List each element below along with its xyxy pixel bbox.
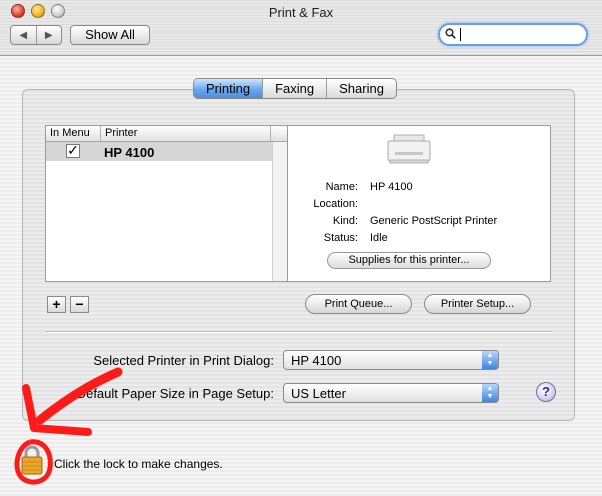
forward-arrow-icon: ▶ [44,29,53,41]
help-button[interactable]: ? [536,382,556,402]
magnifier-icon [445,28,456,42]
detail-value: Generic PostScript Printer [370,215,498,227]
printer-icon [387,134,431,164]
detail-location-row: Location: [298,198,538,213]
show-all-button[interactable]: Show All [70,25,150,45]
column-divider [270,126,271,141]
search-input[interactable] [462,26,584,45]
detail-status-row: Status: Idle [298,232,538,247]
column-divider [100,126,101,141]
paper-size-popup[interactable]: US Letter ▲ ▼ [283,383,499,403]
tab-faxing[interactable]: Faxing [262,79,326,98]
add-printer-button[interactable]: + [47,296,66,313]
detail-label: Name: [325,181,358,193]
column-header-in-menu[interactable]: In Menu [50,127,90,139]
title-toolbar-bar: Print & Fax ◀ ▶ Show All [0,0,602,56]
section-divider [46,331,552,333]
paper-size-value: US Letter [291,386,346,401]
popup-arrows-icon: ▲ ▼ [482,384,498,402]
supplies-button[interactable]: Supplies for this printer... [327,252,491,269]
popup-arrows-icon: ▲ ▼ [482,351,498,369]
printer-list: In Menu Printer ✓ HP 4100 [45,125,288,282]
print-fax-window: Print & Fax ◀ ▶ Show All Printing Faxing… [0,0,602,496]
search-field[interactable] [438,23,588,46]
detail-label: Kind: [332,215,358,227]
selected-printer-popup[interactable]: HP 4100 ▲ ▼ [283,350,499,370]
remove-printer-button[interactable]: − [70,296,89,313]
window-title: Print & Fax [268,5,334,20]
detail-name-row: Name: HP 4100 [298,181,538,196]
in-menu-checkbox[interactable]: ✓ [66,143,80,158]
printer-list-header: In Menu Printer [46,126,287,142]
selected-printer-value: HP 4100 [291,353,342,368]
tab-printing[interactable]: Printing [194,79,263,98]
list-scrollbar[interactable] [272,142,288,281]
print-queue-button[interactable]: Print Queue... [305,294,412,314]
text-caret [460,28,461,41]
printer-row[interactable]: ✓ HP 4100 [46,142,272,161]
back-arrow-icon: ◀ [19,29,28,41]
paper-size-label: Default Paper Size in Page Setup: [76,386,274,401]
selected-printer-label: Selected Printer in Print Dialog: [93,353,274,368]
back-forward-control: ◀ ▶ [10,25,62,45]
printer-details: Name: HP 4100 Location: Kind: Generic Po… [287,125,551,282]
detail-label: Status: [323,232,358,244]
column-header-printer[interactable]: Printer [105,127,137,139]
back-button[interactable]: ◀ [11,26,36,44]
printer-name: HP 4100 [104,145,155,160]
lock-hint-text: Click the lock to make changes. [54,457,223,471]
printer-setup-button[interactable]: Printer Setup... [424,294,531,314]
tab-sharing[interactable]: Sharing [326,79,396,98]
tab-bar: Printing Faxing Sharing [193,78,397,99]
forward-button[interactable]: ▶ [35,26,62,44]
padlock-icon[interactable] [20,445,44,475]
detail-value: HP 4100 [370,181,413,193]
detail-value: Idle [370,232,388,244]
detail-kind-row: Kind: Generic PostScript Printer [298,215,538,230]
detail-label: Location: [313,198,358,210]
